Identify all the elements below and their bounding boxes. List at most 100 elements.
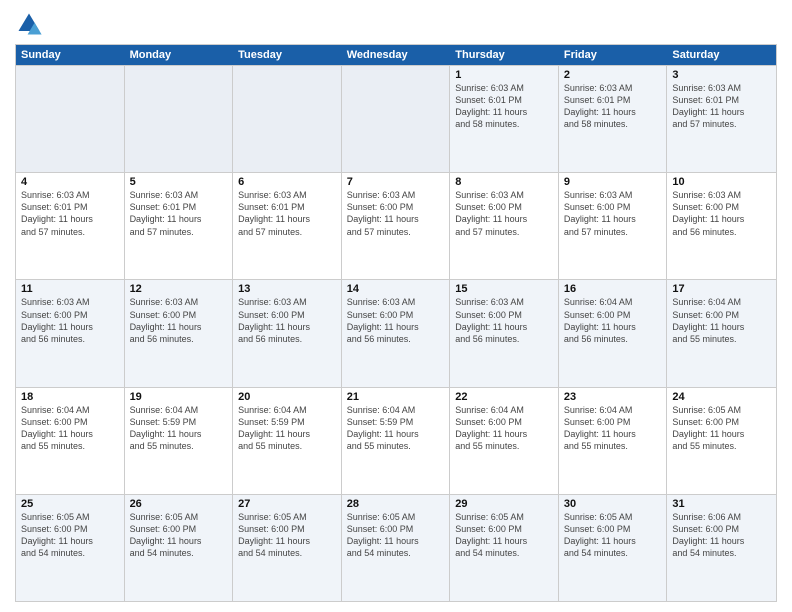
calendar-cell-r0c4: 1Sunrise: 6:03 AM Sunset: 6:01 PM Daylig… [450,66,559,172]
day-info: Sunrise: 6:03 AM Sunset: 6:01 PM Dayligh… [130,189,228,238]
calendar-row-1: 4Sunrise: 6:03 AM Sunset: 6:01 PM Daylig… [16,172,776,279]
day-info: Sunrise: 6:05 AM Sunset: 6:00 PM Dayligh… [672,404,771,453]
day-number: 15 [455,283,553,295]
calendar-cell-r0c5: 2Sunrise: 6:03 AM Sunset: 6:01 PM Daylig… [559,66,668,172]
day-number: 12 [130,283,228,295]
logo [15,10,47,38]
day-number: 3 [672,69,771,81]
calendar-header: SundayMondayTuesdayWednesdayThursdayFrid… [16,45,776,65]
calendar-cell-r3c6: 24Sunrise: 6:05 AM Sunset: 6:00 PM Dayli… [667,388,776,494]
day-info: Sunrise: 6:03 AM Sunset: 6:00 PM Dayligh… [130,296,228,345]
day-number: 13 [238,283,336,295]
day-number: 17 [672,283,771,295]
day-info: Sunrise: 6:03 AM Sunset: 6:01 PM Dayligh… [564,82,662,131]
day-info: Sunrise: 6:06 AM Sunset: 6:00 PM Dayligh… [672,511,771,560]
day-info: Sunrise: 6:05 AM Sunset: 6:00 PM Dayligh… [130,511,228,560]
calendar-body: 1Sunrise: 6:03 AM Sunset: 6:01 PM Daylig… [16,65,776,601]
day-number: 29 [455,498,553,510]
page: SundayMondayTuesdayWednesdayThursdayFrid… [0,0,792,612]
calendar-cell-r1c4: 8Sunrise: 6:03 AM Sunset: 6:00 PM Daylig… [450,173,559,279]
day-info: Sunrise: 6:05 AM Sunset: 6:00 PM Dayligh… [455,511,553,560]
weekday-header-sunday: Sunday [16,45,125,65]
weekday-header-wednesday: Wednesday [342,45,451,65]
calendar-cell-r3c5: 23Sunrise: 6:04 AM Sunset: 6:00 PM Dayli… [559,388,668,494]
calendar-row-3: 18 Sunrise: 6:04 AM Sunset: 6:00 PM Dayli… [16,387,776,494]
day-number: 16 [564,283,662,295]
day-number: 6 [238,176,336,188]
day-number: 5 [130,176,228,188]
calendar-row-2: 11Sunrise: 6:03 AM Sunset: 6:00 PM Dayli… [16,279,776,386]
weekday-header-tuesday: Tuesday [233,45,342,65]
calendar-cell-r3c0: 18Sunrise: 6:04 AM Sunset: 6:00 PM Dayli… [16,388,125,494]
day-number: 14 [347,283,445,295]
day-info: Sunrise: 6:03 AM Sunset: 6:00 PM Dayligh… [347,189,445,238]
weekday-header-friday: Friday [559,45,668,65]
day-number: 27 [238,498,336,510]
day-info: Sunrise: 6:03 AM Sunset: 6:00 PM Dayligh… [455,189,553,238]
day-info: Sunrise: 6:05 AM Sunset: 6:00 PM Dayligh… [21,511,119,560]
day-number: 19 [130,391,228,403]
day-number: 8 [455,176,553,188]
day-info: Sunrise: 6:04 AM Sunset: 5:59 PM Dayligh… [347,404,445,453]
calendar-cell-r2c1: 12Sunrise: 6:03 AM Sunset: 6:00 PM Dayli… [125,280,234,386]
day-info: Sunrise: 6:03 AM Sunset: 6:01 PM Dayligh… [455,82,553,131]
day-info: Sunrise: 6:05 AM Sunset: 6:00 PM Dayligh… [564,511,662,560]
day-info: Sunrise: 6:04 AM Sunset: 5:59 PM Dayligh… [130,404,228,453]
calendar-cell-r4c4: 29Sunrise: 6:05 AM Sunset: 6:00 PM Dayli… [450,495,559,601]
calendar-cell-r1c6: 10Sunrise: 6:03 AM Sunset: 6:00 PM Dayli… [667,173,776,279]
day-number: 22 [455,391,553,403]
calendar-cell-r1c0: 4Sunrise: 6:03 AM Sunset: 6:01 PM Daylig… [16,173,125,279]
calendar-cell-r3c4: 22Sunrise: 6:04 AM Sunset: 6:00 PM Dayli… [450,388,559,494]
calendar-cell-r4c2: 27Sunrise: 6:05 AM Sunset: 6:00 PM Dayli… [233,495,342,601]
day-info: Sunrise: 6:04 AM Sunset: 6:00 PM Dayligh… [455,404,553,453]
day-number: 1 [455,69,553,81]
calendar-cell-r0c3 [342,66,451,172]
calendar-cell-r1c3: 7Sunrise: 6:03 AM Sunset: 6:00 PM Daylig… [342,173,451,279]
day-number: 24 [672,391,771,403]
day-number: 25 [21,498,119,510]
calendar-cell-r2c3: 14Sunrise: 6:03 AM Sunset: 6:00 PM Dayli… [342,280,451,386]
calendar-cell-r3c2: 20Sunrise: 6:04 AM Sunset: 5:59 PM Dayli… [233,388,342,494]
day-info: Sunrise: 6:03 AM Sunset: 6:00 PM Dayligh… [672,189,771,238]
day-number: 10 [672,176,771,188]
calendar-cell-r3c3: 21Sunrise: 6:04 AM Sunset: 5:59 PM Dayli… [342,388,451,494]
weekday-header-monday: Monday [125,45,234,65]
day-info: Sunrise: 6:03 AM Sunset: 6:01 PM Dayligh… [21,189,119,238]
day-number: 11 [21,283,119,295]
day-number: 21 [347,391,445,403]
calendar-cell-r0c2 [233,66,342,172]
day-info: Sunrise: 6:03 AM Sunset: 6:00 PM Dayligh… [21,296,119,345]
calendar-cell-r2c0: 11Sunrise: 6:03 AM Sunset: 6:00 PM Dayli… [16,280,125,386]
calendar-cell-r2c4: 15Sunrise: 6:03 AM Sunset: 6:00 PM Dayli… [450,280,559,386]
day-info: Sunrise: 6:04 AM Sunset: 5:59 PM Dayligh… [238,404,336,453]
day-number: 23 [564,391,662,403]
calendar-cell-r1c5: 9Sunrise: 6:03 AM Sunset: 6:00 PM Daylig… [559,173,668,279]
day-info: Sunrise: 6:04 AM Sunset: 6:00 PM Dayligh… [564,404,662,453]
day-number: 2 [564,69,662,81]
calendar-cell-r1c1: 5Sunrise: 6:03 AM Sunset: 6:01 PM Daylig… [125,173,234,279]
weekday-header-thursday: Thursday [450,45,559,65]
weekday-header-saturday: Saturday [667,45,776,65]
calendar-cell-r2c2: 13Sunrise: 6:03 AM Sunset: 6:00 PM Dayli… [233,280,342,386]
header [15,10,777,38]
day-number: 31 [672,498,771,510]
day-info: Sunrise: 6:05 AM Sunset: 6:00 PM Dayligh… [238,511,336,560]
calendar-cell-r4c6: 31Sunrise: 6:06 AM Sunset: 6:00 PM Dayli… [667,495,776,601]
day-info: Sunrise: 6:03 AM Sunset: 6:00 PM Dayligh… [564,189,662,238]
calendar-row-0: 1Sunrise: 6:03 AM Sunset: 6:01 PM Daylig… [16,65,776,172]
day-info: Sunrise: 6:03 AM Sunset: 6:01 PM Dayligh… [238,189,336,238]
day-number: 4 [21,176,119,188]
day-number: 9 [564,176,662,188]
day-number: 7 [347,176,445,188]
day-info: Sunrise: 6:04 AM Sunset: 6:00 PM Dayligh… [564,296,662,345]
day-info: Sunrise: 6:03 AM Sunset: 6:00 PM Dayligh… [238,296,336,345]
calendar-cell-r2c6: 17Sunrise: 6:04 AM Sunset: 6:00 PM Dayli… [667,280,776,386]
day-number: 18 [21,391,119,403]
day-number: 28 [347,498,445,510]
calendar-cell-r4c3: 28Sunrise: 6:05 AM Sunset: 6:00 PM Dayli… [342,495,451,601]
calendar-cell-r1c2: 6Sunrise: 6:03 AM Sunset: 6:01 PM Daylig… [233,173,342,279]
day-info: Sunrise: 6:03 AM Sunset: 6:01 PM Dayligh… [672,82,771,131]
calendar-cell-r3c1: 19Sunrise: 6:04 AM Sunset: 5:59 PM Dayli… [125,388,234,494]
calendar-cell-r2c5: 16Sunrise: 6:04 AM Sunset: 6:00 PM Dayli… [559,280,668,386]
day-number: 30 [564,498,662,510]
